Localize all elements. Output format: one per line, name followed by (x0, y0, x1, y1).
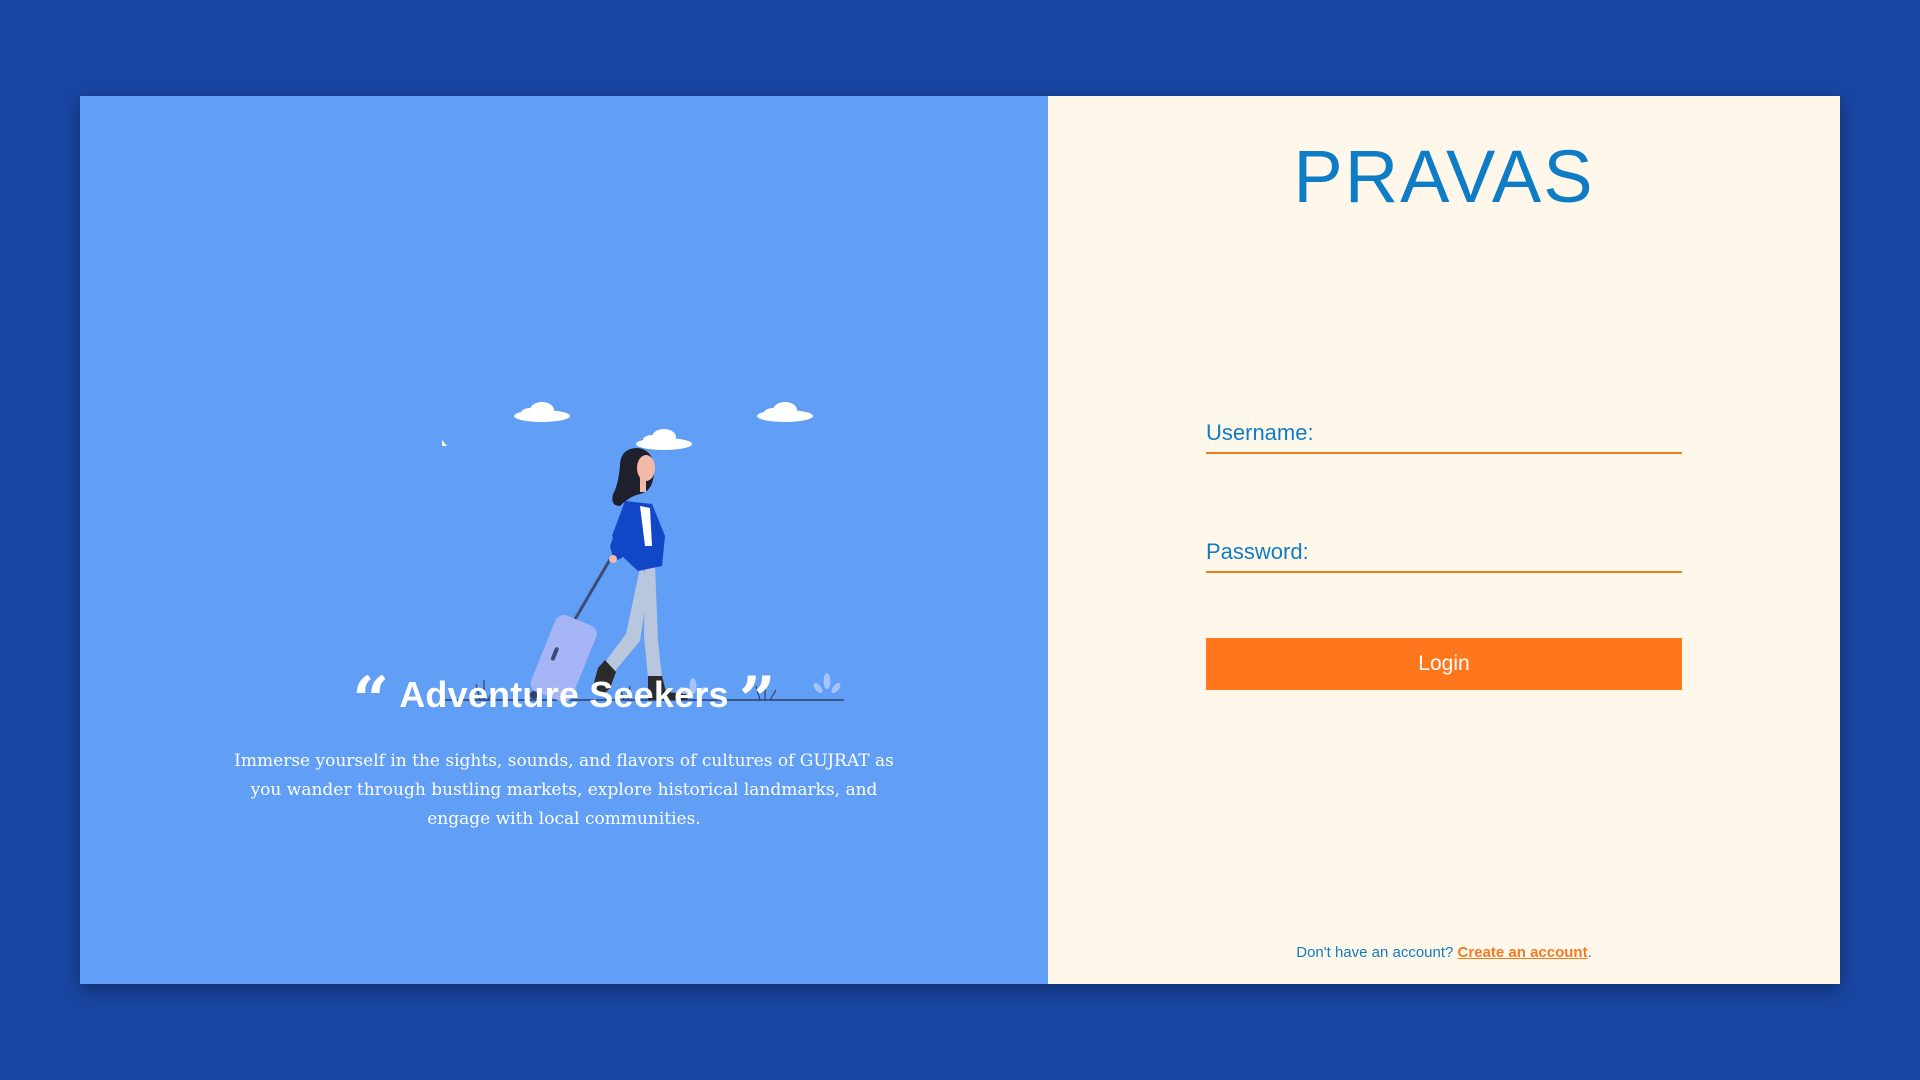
login-card: “ Adventure Seekers ” Immerse yourself i… (80, 96, 1840, 984)
hero-description: Immerse yourself in the sights, sounds, … (234, 751, 894, 829)
signup-prompt-text: Don't have an account? (1296, 944, 1458, 961)
signup-prompt: Don't have an account? Create an account… (1048, 944, 1840, 961)
password-label: Password: (1206, 539, 1309, 564)
create-account-link[interactable]: Create an account (1458, 944, 1588, 961)
hero-panel: “ Adventure Seekers ” Immerse yourself i… (80, 96, 1048, 984)
password-field: Password: (1206, 531, 1682, 573)
close-quote-icon: ” (738, 663, 776, 738)
username-field: Username: (1206, 412, 1682, 454)
traveler-illustration (442, 402, 844, 703)
username-input[interactable] (1313, 423, 1682, 452)
username-label: Username: (1206, 420, 1314, 445)
hero-title-text: Adventure Seekers (399, 674, 729, 715)
password-input[interactable] (1308, 542, 1682, 571)
cloud-icon (757, 402, 813, 422)
open-quote-icon: “ (352, 663, 390, 738)
signup-suffix: . (1587, 944, 1592, 961)
brand-logo-text: PRAVAS (1293, 135, 1595, 218)
hero-title: “ Adventure Seekers ” (80, 663, 1048, 738)
login-panel: PRAVAS Username: Password: Login Don't h… (1048, 96, 1840, 984)
login-button[interactable]: Login (1206, 638, 1682, 690)
cloud-icon (636, 429, 692, 450)
cloud-icon (514, 402, 570, 422)
